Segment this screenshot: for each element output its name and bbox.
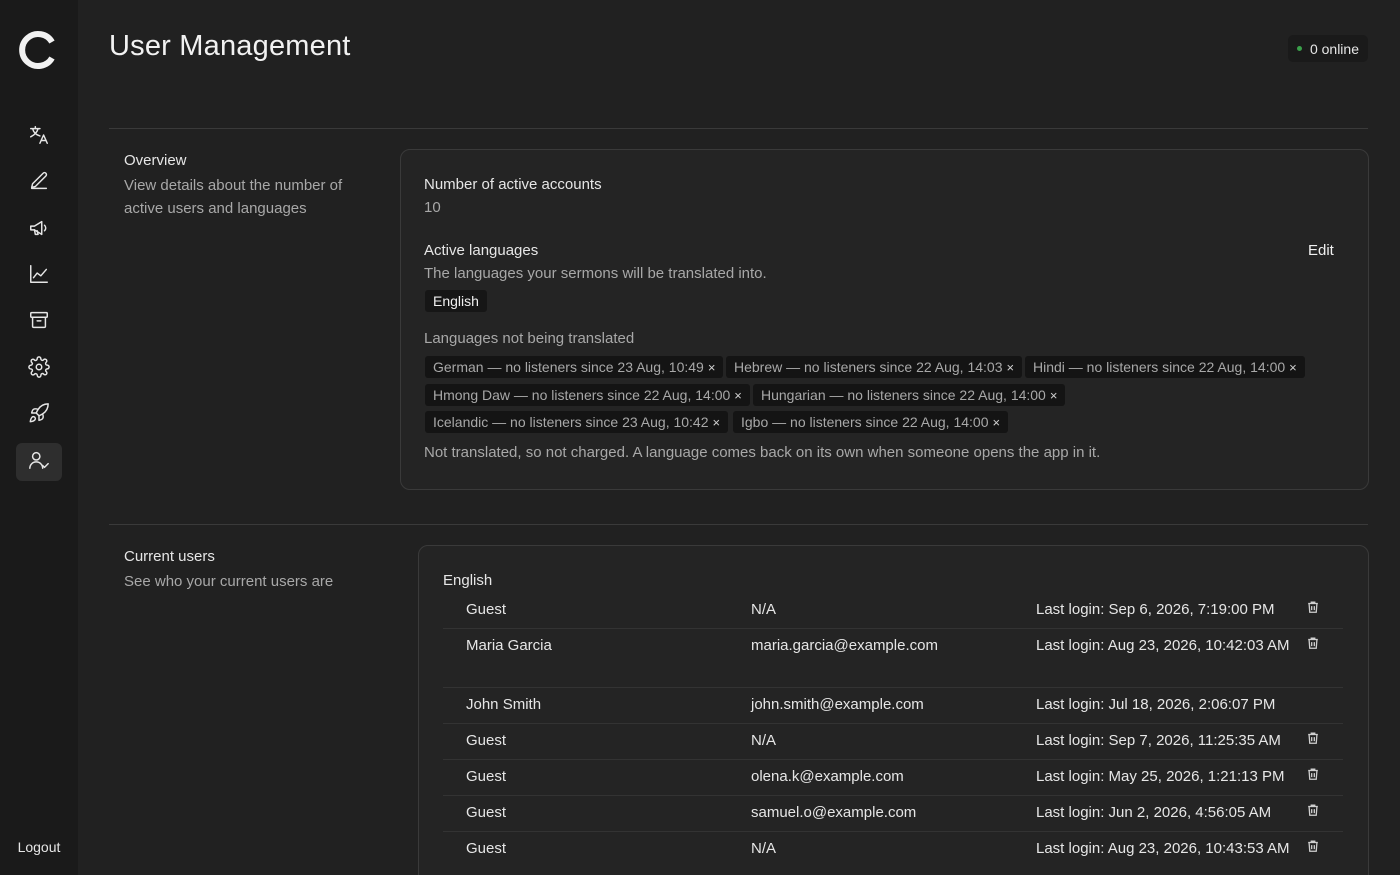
inactive-language-tag: German — no listeners since 23 Aug, 10:4… xyxy=(425,356,724,378)
user-name: Maria Garcia xyxy=(466,637,552,654)
inactive-language-text: Hmong Daw — no listeners since 22 Aug, 1… xyxy=(433,387,731,403)
online-status-dot xyxy=(1296,46,1302,51)
trash-icon[interactable] xyxy=(1306,636,1320,650)
gear-icon xyxy=(28,356,50,382)
remove-tag-icon[interactable]: × xyxy=(1289,360,1297,375)
online-count: 0 online xyxy=(1309,40,1359,57)
rocket-icon xyxy=(28,402,50,428)
not-translated-label: Languages not being translated xyxy=(424,330,635,347)
nav-editor[interactable] xyxy=(16,164,62,202)
nav-user-management[interactable] xyxy=(16,443,62,481)
table-row: Guest olena.k@example.com Last login: Ma… xyxy=(443,761,1343,796)
inactive-language-text: Igbo — no listeners since 22 Aug, 14:00 xyxy=(741,414,989,430)
user-name: John Smith xyxy=(466,696,542,713)
remove-tag-icon[interactable]: × xyxy=(713,415,721,430)
remove-tag-icon[interactable]: × xyxy=(1050,388,1058,403)
trash-icon[interactable] xyxy=(1306,600,1320,614)
user-email: maria.garcia@example.com xyxy=(751,637,938,654)
inactive-language-tag: Icelandic — no listeners since 23 Aug, 1… xyxy=(425,411,729,433)
megaphone-icon xyxy=(28,217,50,243)
inactive-language-tag: Hindi — no listeners since 22 Aug, 14:00… xyxy=(1025,356,1305,378)
inactive-language-text: Icelandic — no listeners since 23 Aug, 1… xyxy=(433,414,709,430)
table-row: Maria Garcia maria.garcia@example.com La… xyxy=(443,630,1343,688)
nav-translate[interactable] xyxy=(16,118,62,156)
active-accounts-label: Number of active accounts xyxy=(424,176,602,193)
user-email: olena.k@example.com xyxy=(751,768,904,785)
user-email: john.smith@example.com xyxy=(751,696,924,713)
user-last-login: Last login: Sep 7, 2026, 11:25:35 AM xyxy=(1036,732,1281,749)
user-name: Guest xyxy=(466,732,507,749)
overview-description: View details about the number of active … xyxy=(124,177,343,217)
trash-icon[interactable] xyxy=(1306,803,1320,817)
user-name: Guest xyxy=(466,601,507,618)
inactive-language-text: Hungarian — no listeners since 22 Aug, 1… xyxy=(761,387,1046,403)
user-name: Guest xyxy=(466,840,507,857)
user-last-login: Last login: Aug 23, 2026, 10:42:03 AM xyxy=(1036,637,1290,654)
nav-launch[interactable] xyxy=(16,396,62,434)
inactive-language-tag: Hmong Daw — no listeners since 22 Aug, 1… xyxy=(425,384,750,406)
table-row: Guest N/A Last login: Sep 6, 2026, 7:19:… xyxy=(443,594,1343,629)
remove-tag-icon[interactable]: × xyxy=(734,388,742,403)
overview-card xyxy=(400,149,1369,490)
inactive-language-text: Hebrew — no listeners since 22 Aug, 14:0… xyxy=(734,359,1003,375)
remove-tag-icon[interactable]: × xyxy=(1007,360,1015,375)
user-last-login: Last login: Sep 6, 2026, 7:19:00 PM xyxy=(1036,601,1275,618)
translate-icon xyxy=(28,124,50,150)
inactive-language-text: German — no listeners since 23 Aug, 10:4… xyxy=(433,359,704,375)
user-last-login: Last login: May 25, 2026, 1:21:13 PM xyxy=(1036,768,1285,785)
table-row: Guest N/A Last login: Sep 7, 2026, 11:25… xyxy=(443,725,1343,760)
trash-icon[interactable] xyxy=(1306,731,1320,745)
user-last-login: Last login: Aug 23, 2026, 10:43:53 AM xyxy=(1036,840,1290,857)
edit-languages-button[interactable]: Edit xyxy=(1308,242,1334,259)
table-row: Guest N/A Last login: Aug 23, 2026, 10:4… xyxy=(443,833,1343,875)
current-users-title: Current users xyxy=(124,548,215,565)
archive-icon xyxy=(28,309,50,335)
trash-icon[interactable] xyxy=(1306,839,1320,853)
active-language-chip: English xyxy=(425,290,487,312)
nav-archive[interactable] xyxy=(16,303,62,341)
inactive-language-tag: Hungarian — no listeners since 22 Aug, 1… xyxy=(753,384,1066,406)
sidebar: Logout xyxy=(0,0,78,875)
remove-tag-icon[interactable]: × xyxy=(993,415,1001,430)
online-status-badge: 0 online xyxy=(1287,35,1368,62)
inactive-language-tag: Igbo — no listeners since 22 Aug, 14:00 × xyxy=(733,411,1009,433)
user-email: N/A xyxy=(751,840,777,857)
current-users-description: See who your current users are xyxy=(124,573,334,590)
active-accounts-value: 10 xyxy=(424,199,441,216)
divider xyxy=(109,128,1368,129)
chart-line-icon xyxy=(28,263,50,289)
nav-settings[interactable] xyxy=(16,350,62,388)
user-name: Guest xyxy=(466,768,507,785)
user-name: Guest xyxy=(466,804,507,821)
user-email: N/A xyxy=(751,732,777,749)
active-languages-description: The languages your sermons will be trans… xyxy=(424,265,767,282)
divider xyxy=(109,524,1368,525)
user-last-login: Last login: Jun 2, 2026, 4:56:05 AM xyxy=(1036,804,1272,821)
user-email: N/A xyxy=(751,601,777,618)
overview-title: Overview xyxy=(124,152,187,169)
page-title: User Management xyxy=(109,30,351,62)
user-email: samuel.o@example.com xyxy=(751,804,917,821)
pencil-icon xyxy=(28,170,50,196)
table-row: Guest samuel.o@example.com Last login: J… xyxy=(443,797,1343,832)
nav-analytics[interactable] xyxy=(16,257,62,295)
active-languages-label: Active languages xyxy=(424,242,539,259)
trash-icon[interactable] xyxy=(1306,767,1320,781)
inactive-language-text: Hindi — no listeners since 22 Aug, 14:00 xyxy=(1033,359,1286,375)
nav-announcements[interactable] xyxy=(16,211,62,249)
inactive-language-tag: Hebrew — no listeners since 22 Aug, 14:0… xyxy=(726,356,1023,378)
user-check-icon xyxy=(28,449,50,475)
user-last-login: Last login: Jul 18, 2026, 2:06:07 PM xyxy=(1036,696,1276,713)
table-row: John Smith john.smith@example.com Last l… xyxy=(443,689,1343,724)
logout-button[interactable]: Logout xyxy=(0,839,78,855)
not-translated-note: Not translated, so not charged. A langua… xyxy=(424,444,1101,461)
user-group-label: English xyxy=(443,572,493,589)
remove-tag-icon[interactable]: × xyxy=(708,360,716,375)
app-logo[interactable] xyxy=(19,30,59,70)
